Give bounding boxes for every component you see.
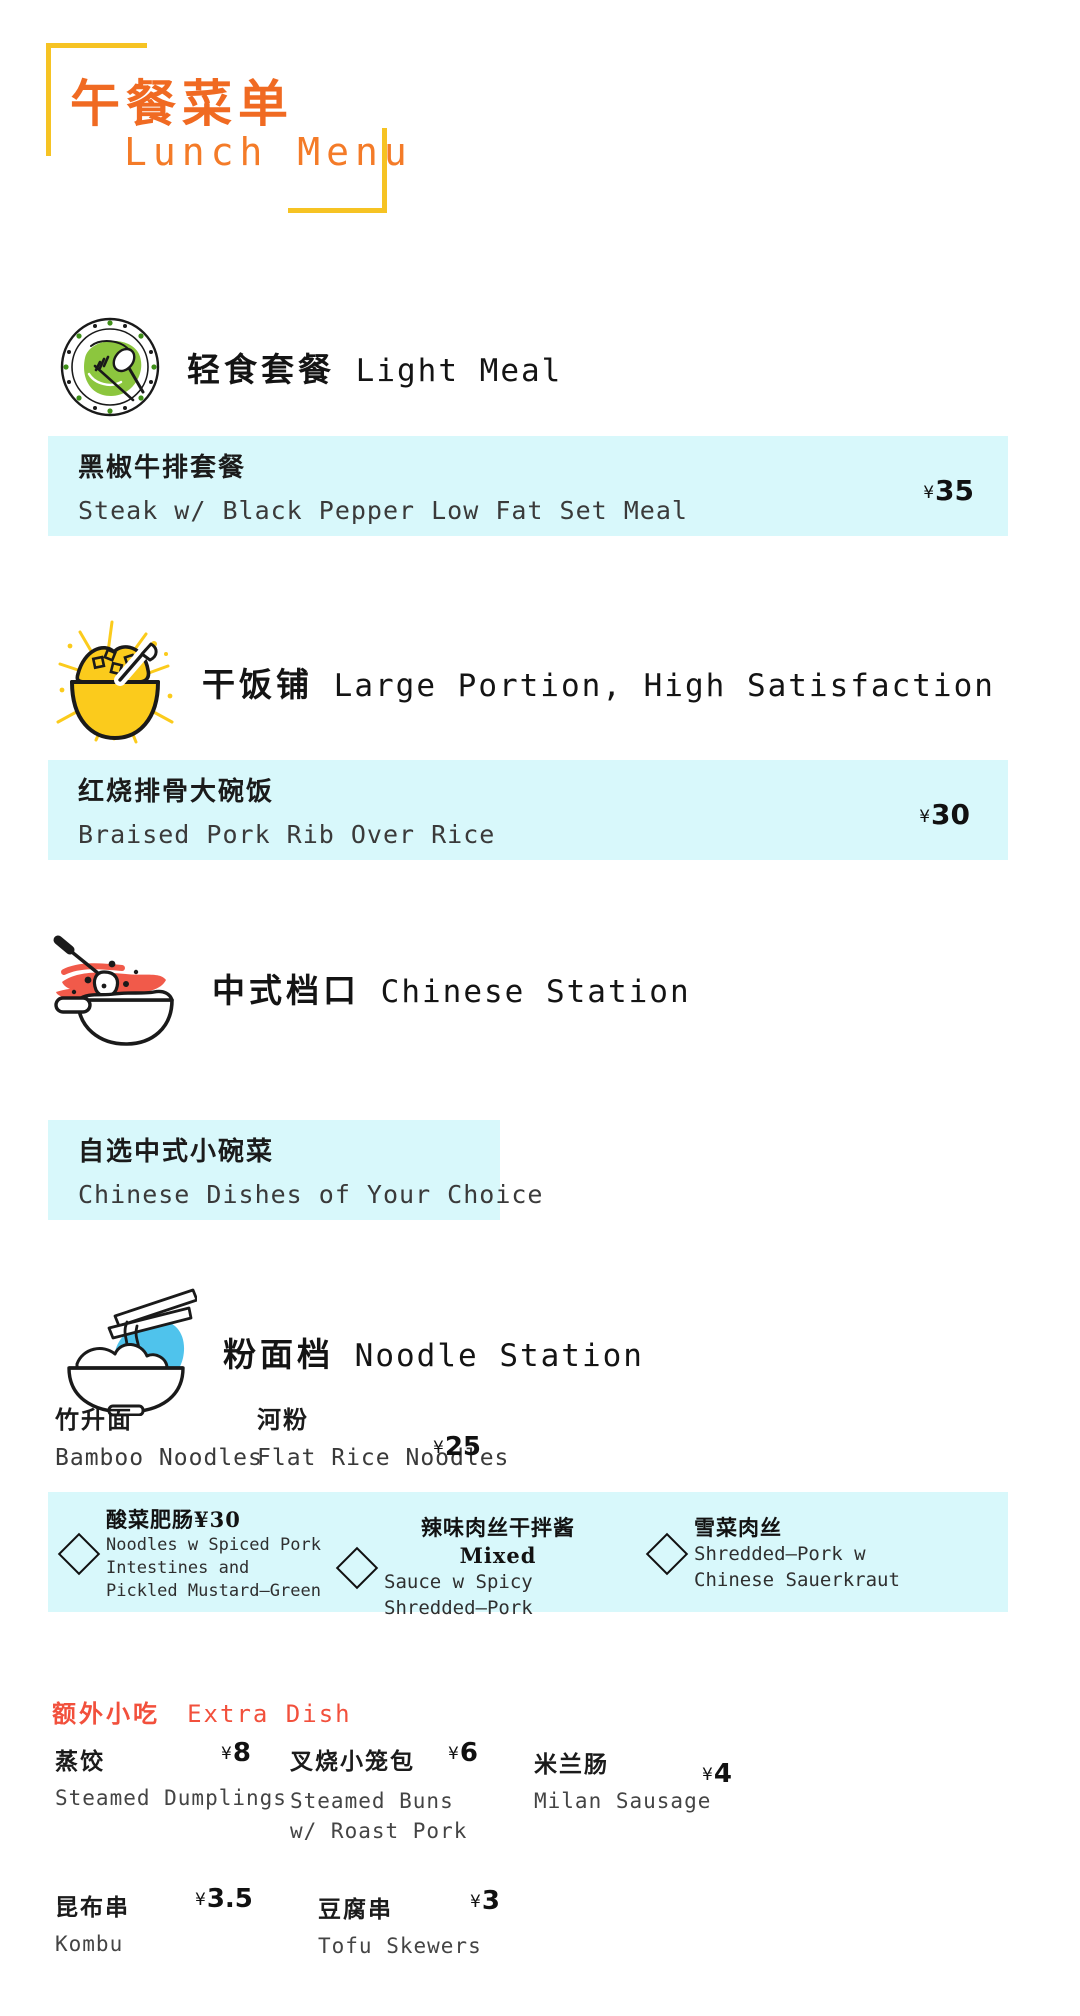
dish-name-en: Milan Sausage — [534, 1789, 712, 1813]
topping-text: 辣味肉丝干拌酱Mixed Sauce w Spicy Shredded—Pork — [384, 1514, 612, 1621]
noodle-option[interactable]: 竹升面 Bamboo Noodles — [55, 1400, 263, 1471]
noodle-toppings-strip: 酸菜肥肠¥30 Noodles w Spiced Pork Intestines… — [48, 1492, 1008, 1619]
dish-name-cn: 豆腐串 — [318, 1896, 393, 1923]
menu-item-row[interactable]: 黑椒牛排套餐 Steak w/ Black Pepper Low Fat Set… — [48, 436, 1008, 536]
extra-title-cn: 额外小吃 — [52, 1699, 160, 1728]
dish-name-en: Kombu — [55, 1932, 124, 1956]
currency-symbol: ¥ — [923, 483, 935, 503]
extra-dish-item[interactable]: 蒸饺 Steamed Dumplings ¥8 — [55, 1738, 287, 1810]
dish-price: ¥6 — [448, 1738, 478, 1768]
topping-name-en: Shredded—Pork w Chinese Sauerkraut — [694, 1543, 900, 1591]
section-header-chinese-station: 中式档口 Chinese Station — [48, 930, 691, 1046]
section-title-chinese-station: 中式档口 Chinese Station — [212, 964, 691, 1012]
section-title-cn: 轻食套餐 — [187, 350, 335, 389]
menu-item-text: 自选中式小碗菜 Chinese Dishes of Your Choice — [48, 1131, 544, 1209]
dish-name-cn: 叉烧小笼包 — [290, 1748, 415, 1775]
diamond-bullet-icon — [57, 1532, 101, 1576]
price-value: 4 — [713, 1759, 732, 1789]
menu-item-text: 红烧排骨大碗饭 Braised Pork Rib Over Rice — [48, 771, 495, 849]
page-title-cn: 午餐菜单 — [70, 74, 294, 133]
currency-symbol: ¥ — [433, 1438, 444, 1458]
dish-name-en: Steamed Dumplings — [55, 1786, 287, 1810]
price-value: 30 — [931, 798, 970, 831]
option-name-en: Bamboo Noodles — [55, 1445, 263, 1471]
currency-symbol: ¥ — [221, 1744, 232, 1764]
dish-name-en: Braised Pork Rib Over Rice — [78, 820, 496, 849]
dish-price: ¥3.5 — [195, 1884, 253, 1914]
noodle-options-price: ¥25 — [433, 1432, 481, 1462]
menu-item-row[interactable]: 红烧排骨大碗饭 Braised Pork Rib Over Rice ¥30 — [48, 760, 1008, 860]
section-title-noodle-station: 粉面档 Noodle Station — [223, 1328, 644, 1376]
extra-title-en: Extra Dish — [187, 1700, 352, 1728]
section-title-en: Chinese Station — [380, 974, 691, 1010]
section-header-light-meal: 轻食套餐 Light Meal — [55, 312, 562, 422]
section-header-noodle-station: 粉面档 Noodle Station — [55, 1288, 644, 1416]
section-title-cn: 粉面档 — [223, 1335, 334, 1374]
extra-dish-heading: 额外小吃 Extra Dish — [52, 1694, 352, 1729]
dish-name-cn: 黑椒牛排套餐 — [78, 453, 247, 483]
currency-symbol: ¥ — [702, 1765, 713, 1785]
dish-price: ¥8 — [221, 1738, 251, 1768]
dish-name-en: Steamed Buns w/ Roast Pork — [290, 1789, 468, 1844]
section-title-large-portion: 干饭铺 Large Portion, High Satisfaction — [202, 658, 995, 706]
plate-fork-spoon-icon — [55, 312, 165, 422]
price-value: 35 — [935, 474, 974, 507]
option-name-cn: 河粉 — [257, 1405, 309, 1434]
topping-name-cn: 酸菜肥肠¥30 — [106, 1507, 241, 1532]
noodle-topping[interactable]: 雪菜肉丝 Shredded—Pork w Chinese Sauerkraut — [645, 1514, 952, 1593]
dish-name-cn: 昆布串 — [55, 1894, 130, 1921]
currency-symbol: ¥ — [448, 1744, 459, 1764]
menu-page: 午餐菜单 Lunch Menu 轻食套餐 Light Meal 黑椒牛排套餐 S… — [0, 0, 1080, 2016]
noodle-bowl-chopsticks-icon — [55, 1288, 197, 1416]
dish-price: ¥35 — [923, 474, 974, 507]
section-header-large-portion: 干饭铺 Large Portion, High Satisfaction — [50, 618, 995, 746]
extra-dish-item[interactable]: 叉烧小笼包 Steamed Buns w/ Roast Pork ¥6 — [290, 1738, 478, 1847]
dish-name-cn: 红烧排骨大碗饭 — [78, 777, 275, 807]
menu-item-text: 黑椒牛排套餐 Steak w/ Black Pepper Low Fat Set… — [48, 447, 688, 525]
topping-name-cn: 雪菜肉丝 — [694, 1515, 782, 1540]
currency-symbol: ¥ — [919, 807, 931, 827]
dish-price: ¥30 — [919, 798, 970, 831]
dish-price: ¥4 — [702, 1759, 732, 1789]
section-title-en: Light Meal — [355, 353, 563, 389]
price-value: 3.5 — [206, 1884, 253, 1914]
topping-text: 雪菜肉丝 Shredded—Pork w Chinese Sauerkraut — [694, 1514, 952, 1593]
dish-name-cn: 蒸饺 — [55, 1748, 105, 1775]
currency-symbol: ¥ — [195, 1890, 206, 1910]
price-value: 8 — [232, 1738, 251, 1768]
section-title-cn: 中式档口 — [212, 971, 360, 1010]
price-value: 3 — [481, 1886, 500, 1916]
topping-name-cn: 辣味肉丝干拌酱Mixed — [421, 1515, 575, 1569]
section-title-cn: 干饭铺 — [202, 665, 313, 704]
page-title-en: Lunch Menu — [124, 130, 413, 174]
diamond-bullet-icon — [645, 1532, 689, 1575]
dish-name-en: Steak w/ Black Pepper Low Fat Set Meal — [78, 496, 688, 525]
ladle-bowl-icon — [48, 930, 194, 1046]
dish-name-cn: 自选中式小碗菜 — [78, 1137, 275, 1167]
topping-name-en: Sauce w Spicy Shredded—Pork — [384, 1571, 533, 1619]
section-title-en: Noodle Station — [354, 1338, 644, 1374]
dish-price: ¥3 — [470, 1886, 500, 1916]
option-name-cn: 竹升面 — [55, 1405, 133, 1434]
dish-name-en: Chinese Dishes of Your Choice — [78, 1180, 544, 1209]
rice-bowl-icon — [50, 618, 180, 746]
noodle-topping[interactable]: 酸菜肥肠¥30 Noodles w Spiced Pork Intestines… — [57, 1506, 324, 1602]
currency-symbol: ¥ — [470, 1892, 481, 1912]
section-title-en: Large Portion, High Satisfaction — [333, 668, 995, 704]
menu-item-row[interactable]: 自选中式小碗菜 Chinese Dishes of Your Choice — [48, 1120, 543, 1220]
diamond-bullet-icon — [335, 1546, 379, 1589]
dish-name-cn: 米兰肠 — [534, 1751, 609, 1778]
price-value: 25 — [444, 1432, 482, 1462]
price-value: 6 — [459, 1738, 478, 1768]
extra-dish-item[interactable]: 豆腐串 Tofu Skewers ¥3 — [318, 1886, 500, 1958]
extra-dish-item[interactable]: 昆布串 Kombu ¥3.5 — [55, 1884, 253, 1956]
topping-text: 酸菜肥肠¥30 Noodles w Spiced Pork Intestines… — [106, 1506, 324, 1602]
topping-name-en: Noodles w Spiced Pork Intestines and Pic… — [106, 1535, 321, 1601]
dish-name-en: Tofu Skewers — [318, 1934, 482, 1958]
section-title-light-meal: 轻食套餐 Light Meal — [187, 343, 562, 391]
noodle-topping[interactable]: 辣味肉丝干拌酱Mixed Sauce w Spicy Shredded—Pork — [335, 1514, 612, 1621]
extra-dish-item[interactable]: 米兰肠 Milan Sausage ¥4 — [534, 1745, 732, 1813]
menu-header: 午餐菜单 Lunch Menu — [0, 0, 1080, 270]
